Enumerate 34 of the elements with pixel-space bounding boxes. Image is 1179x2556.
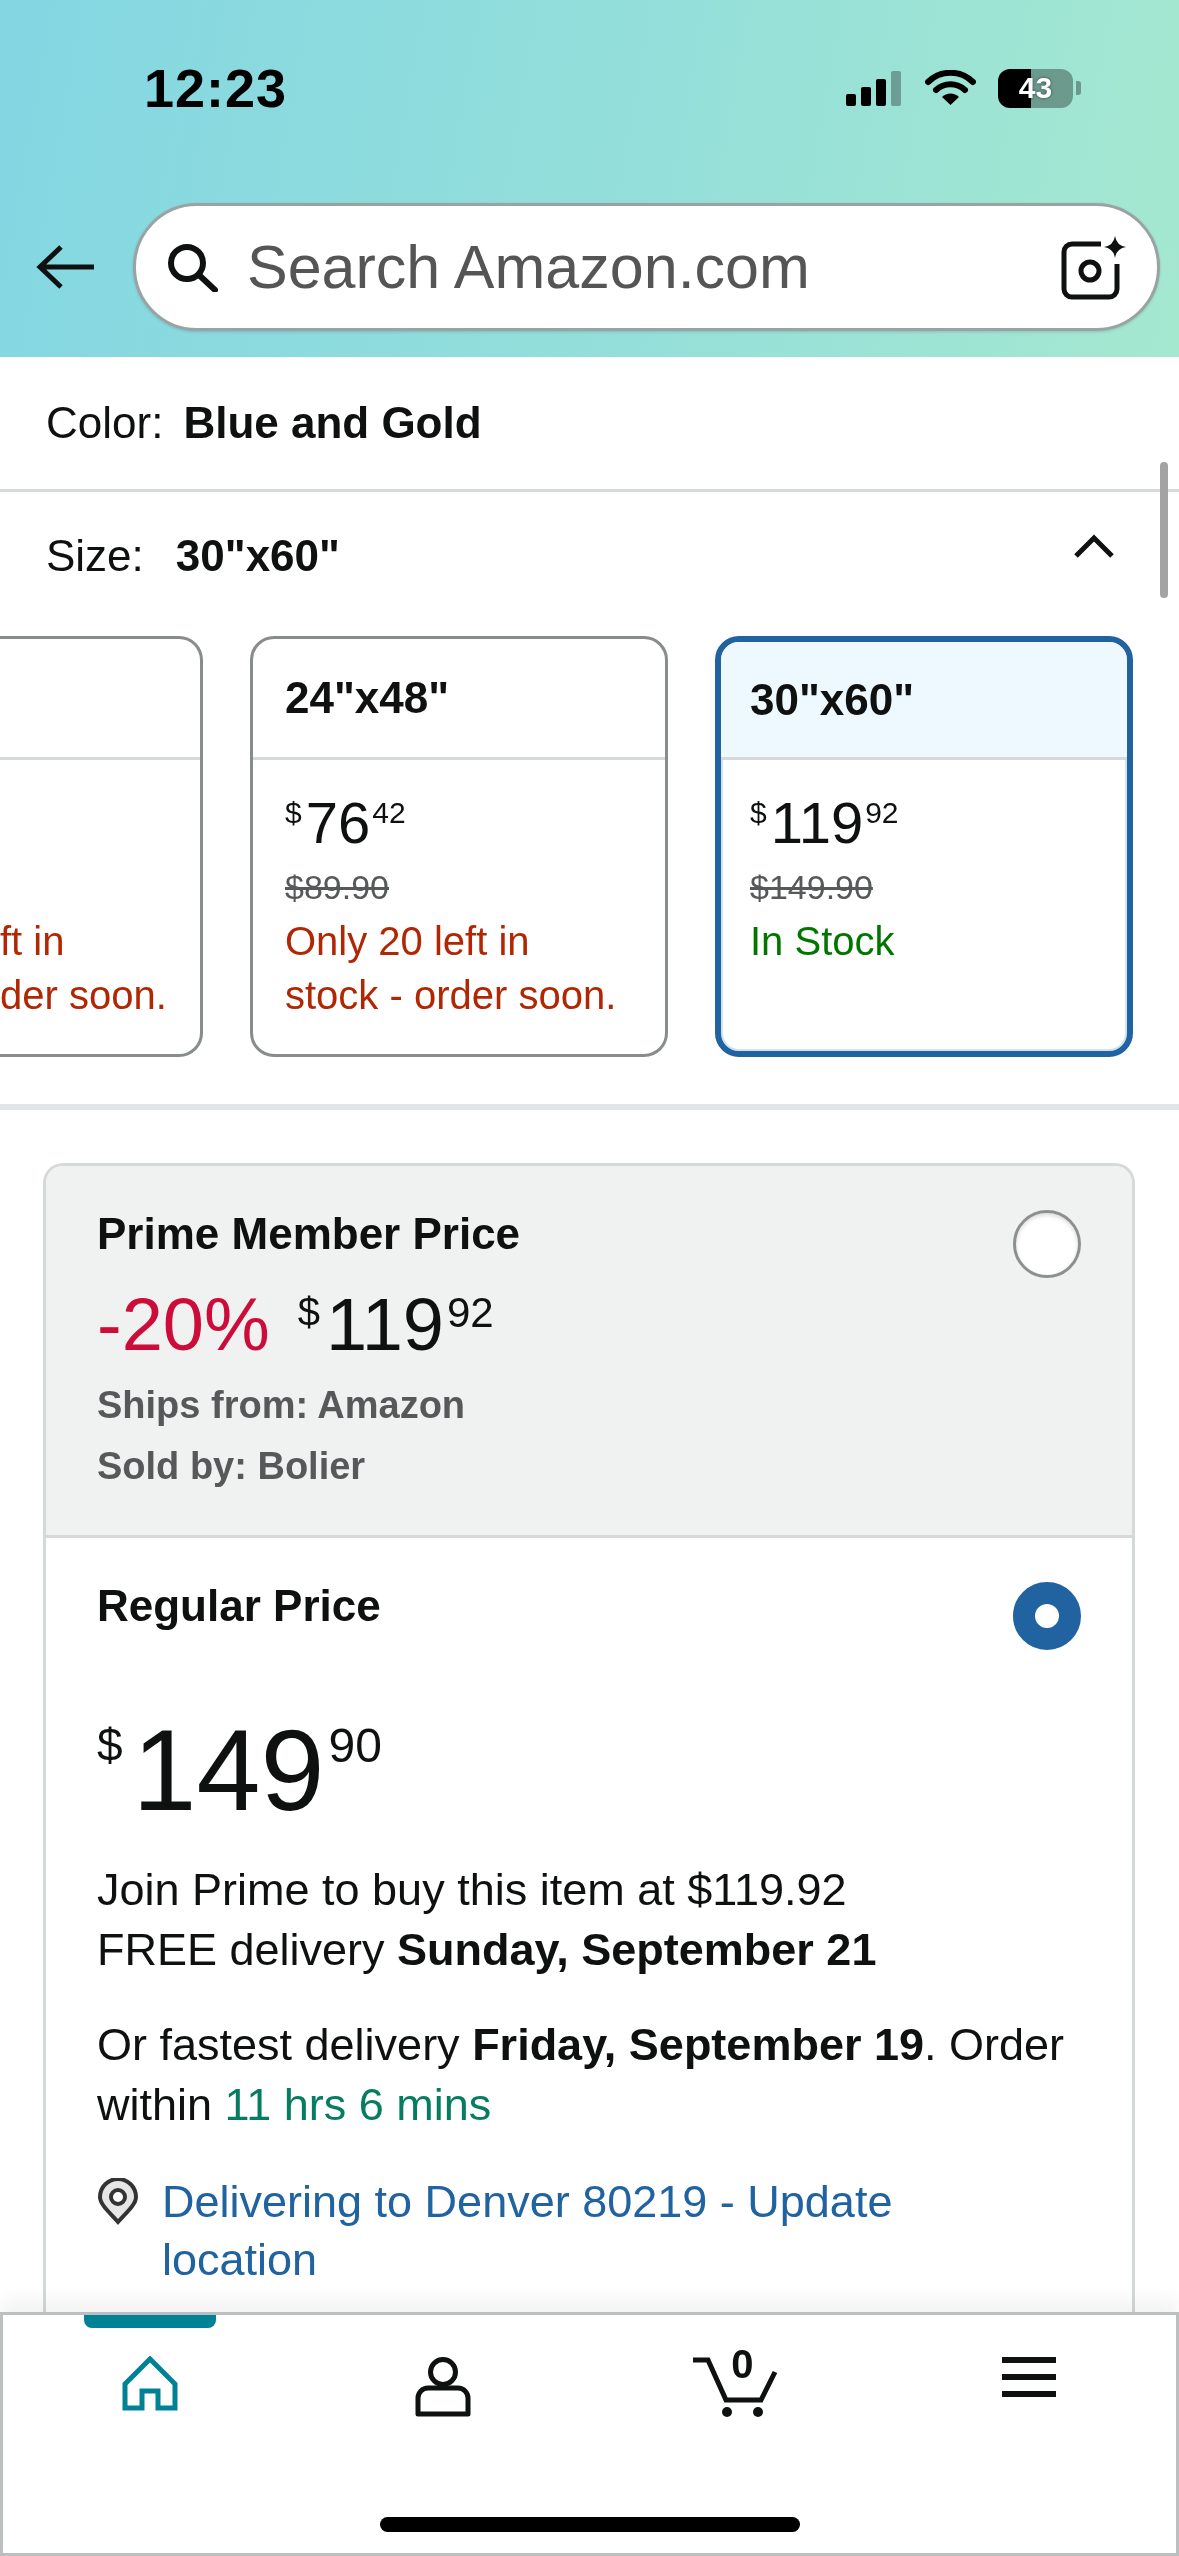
search-bar[interactable]: Search Amazon.com (133, 202, 1160, 331)
size-option-card[interactable]: ft in der soon. (0, 636, 203, 1057)
stock-status: Only 20 left in stock - order soon. (285, 918, 618, 1019)
person-icon[interactable] (414, 2356, 471, 2418)
search-icon (166, 241, 218, 292)
discount-percent: -20% (97, 1285, 270, 1365)
stock-status: ft in der soon. (0, 918, 167, 1019)
size-label: 24"x48" (253, 639, 665, 760)
status-time: 12:23 (144, 61, 288, 115)
back-arrow-icon[interactable] (36, 242, 96, 291)
home-icon[interactable] (121, 2356, 178, 2411)
fastest-delivery-text: Or fastest delivery Friday, September 19. Order within 11 hrs 6 mins (97, 2018, 1066, 2132)
ships-from-text: Ships from: Amazon (97, 1383, 467, 1428)
option-value: 30"x60" (175, 529, 340, 582)
chevron-up-icon[interactable] (1073, 533, 1115, 559)
location-pin-icon (97, 2178, 139, 2225)
delivery-location-link[interactable]: Delivering to Denver 80219 - Update location (162, 2173, 982, 2289)
cart-count: 0 (731, 2342, 754, 2386)
list-price: $149.90 (750, 867, 873, 908)
wifi-icon (925, 70, 976, 106)
option-label: Size: (46, 529, 144, 582)
prime-offer-text: Join Prime to buy this item at $119.92 (97, 1863, 848, 1917)
option-label: Color: (46, 396, 164, 449)
offer-title: Regular Price (97, 1580, 381, 1632)
size-label: 30"x60" (721, 642, 1127, 760)
offer-title: Prime Member Price (97, 1208, 521, 1260)
stock-status: In Stock (750, 918, 895, 965)
list-price: $89.90 (285, 867, 389, 908)
menu-icon[interactable] (1001, 2356, 1058, 2398)
search-input[interactable]: Search Amazon.com (247, 230, 1032, 303)
sold-by-text: Sold by: Bolier (97, 1444, 367, 1489)
signal-icon (846, 70, 903, 106)
option-value: Blue and Gold (183, 396, 482, 449)
free-delivery-text: FREE delivery Sunday, September 21 (97, 1923, 878, 1977)
